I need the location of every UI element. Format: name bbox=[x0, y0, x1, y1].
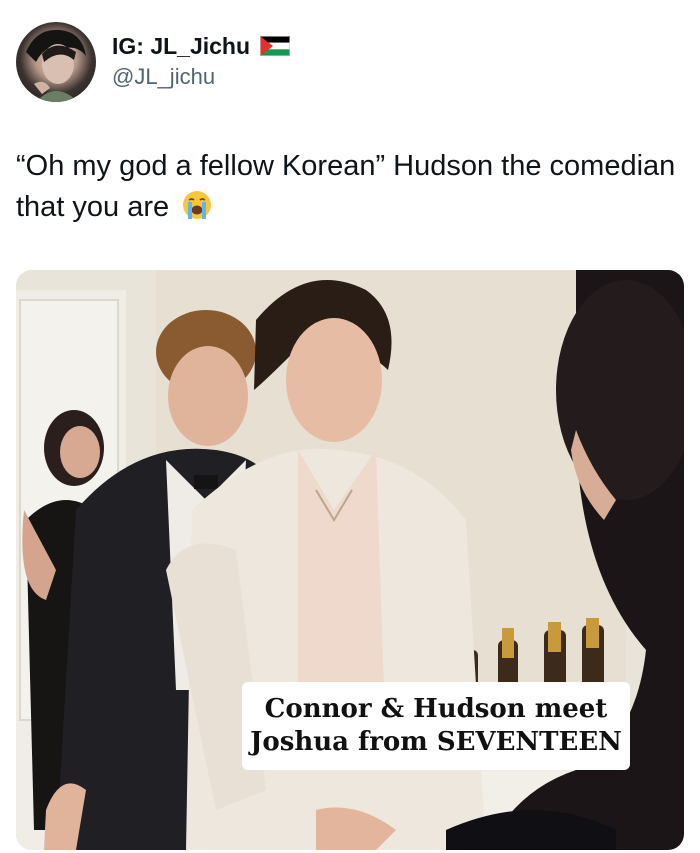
palestine-flag-icon bbox=[260, 36, 291, 56]
user-handle[interactable]: @JL_jichu bbox=[112, 64, 290, 90]
avatar[interactable] bbox=[16, 22, 96, 102]
tweet-text: “Oh my god a fellow Korean” Hudson the c… bbox=[16, 146, 676, 228]
caption-line-2: Joshua from SEVENTEEN bbox=[250, 727, 622, 757]
tweet-header: IG: JL_Jichu @JL_jichu bbox=[16, 22, 676, 102]
display-name[interactable]: IG: JL_Jichu bbox=[112, 33, 250, 60]
tweet-media-image[interactable]: Connor & Hudson meet Joshua from SEVENTE… bbox=[16, 270, 684, 850]
caption-line-1: Connor & Hudson meet bbox=[264, 694, 608, 724]
loudly-crying-face-icon bbox=[181, 189, 213, 221]
tweet-body: “Oh my god a fellow Korean” Hudson the c… bbox=[16, 150, 676, 223]
video-caption: Connor & Hudson meet Joshua from SEVENTE… bbox=[242, 682, 630, 770]
author-names: IG: JL_Jichu @JL_jichu bbox=[112, 32, 291, 90]
